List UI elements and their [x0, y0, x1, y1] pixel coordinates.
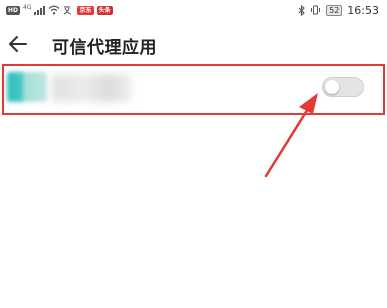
status-left: HD 4G 京东 头条: [6, 4, 113, 16]
hd-icon: HD: [6, 5, 21, 15]
page-title: 可信代理应用: [52, 38, 157, 58]
list-item[interactable]: [2, 64, 385, 114]
vibrate-icon: [311, 5, 321, 15]
back-arrow-icon: [9, 36, 27, 52]
translate-icon: [64, 6, 72, 15]
signal-icon: [34, 5, 46, 15]
app-notification-icon: 京东: [77, 5, 94, 15]
wifi-icon: [49, 5, 60, 15]
toggle-knob: [325, 80, 339, 94]
app-notification-icon: 头条: [96, 5, 113, 15]
app-bar: 可信代理应用: [0, 28, 387, 60]
back-button[interactable]: [6, 32, 30, 56]
bluetooth-icon: [298, 4, 305, 16]
app-icon: [7, 72, 47, 102]
app-name-redacted: [52, 74, 132, 102]
status-time: 16:53: [347, 3, 379, 17]
network-type-label: 4G: [23, 3, 32, 11]
trust-agent-toggle[interactable]: [322, 77, 364, 97]
screen: HD 4G 京东 头条 52 16:53 可信代理应用: [0, 0, 387, 308]
status-right: 52 16:53: [298, 2, 379, 18]
status-bar: HD 4G 京东 头条 52 16:53: [0, 0, 387, 20]
battery-icon: 52: [326, 4, 343, 16]
